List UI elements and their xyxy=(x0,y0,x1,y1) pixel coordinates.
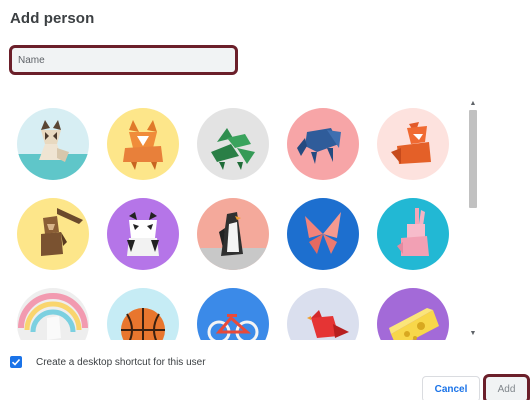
add-person-dialog: Add person Name ▲ ▼ Create a desktop sho… xyxy=(0,0,530,400)
avatar-penguin[interactable] xyxy=(197,198,269,270)
corgi-icon xyxy=(107,108,179,180)
avatar-scrollbar[interactable]: ▲ ▼ xyxy=(466,96,480,340)
avatar-panda[interactable] xyxy=(107,198,179,270)
unicorn-icon xyxy=(17,288,89,340)
scroll-thumb[interactable] xyxy=(469,110,477,208)
avatar-cheese[interactable] xyxy=(377,288,449,340)
elephant-icon xyxy=(287,108,359,180)
cancel-button[interactable]: Cancel xyxy=(422,376,480,400)
monkey-icon xyxy=(17,198,89,270)
avatar-corgi[interactable] xyxy=(107,108,179,180)
add-button[interactable]: Add xyxy=(483,374,530,400)
dragon-icon xyxy=(197,108,269,180)
avatar-basketball[interactable] xyxy=(107,288,179,340)
desktop-shortcut-checkbox[interactable] xyxy=(10,356,22,368)
name-field[interactable] xyxy=(9,45,238,75)
avatar-grid xyxy=(0,96,462,340)
scroll-up-icon[interactable]: ▲ xyxy=(466,98,480,110)
avatar-bike[interactable] xyxy=(197,288,269,340)
avatar-unicorn[interactable] xyxy=(17,288,89,340)
avatar-monkey[interactable] xyxy=(17,198,89,270)
avatar-elephant[interactable] xyxy=(287,108,359,180)
avatar-cat[interactable] xyxy=(17,108,89,180)
rabbit-icon xyxy=(377,198,449,270)
name-input[interactable] xyxy=(12,48,235,72)
avatar-rabbit[interactable] xyxy=(377,198,449,270)
cat-icon xyxy=(17,108,89,180)
butterfly-icon xyxy=(287,198,359,270)
avatar-butterfly[interactable] xyxy=(287,198,359,270)
cheese-icon xyxy=(377,288,449,340)
fox-icon xyxy=(377,108,449,180)
panda-icon xyxy=(107,198,179,270)
desktop-shortcut-option: Create a desktop shortcut for this user xyxy=(10,356,206,368)
avatar-bird[interactable] xyxy=(287,288,359,340)
dialog-title: Add person xyxy=(10,10,95,27)
desktop-shortcut-label: Create a desktop shortcut for this user xyxy=(36,356,206,368)
avatar-dragon[interactable] xyxy=(197,108,269,180)
scroll-down-icon[interactable]: ▼ xyxy=(466,328,480,340)
bird-icon xyxy=(287,288,359,340)
checkmark-icon xyxy=(11,358,21,366)
avatar-fox[interactable] xyxy=(377,108,449,180)
penguin-icon xyxy=(197,198,269,270)
basketball-icon xyxy=(107,288,179,340)
bike-icon xyxy=(197,288,269,340)
